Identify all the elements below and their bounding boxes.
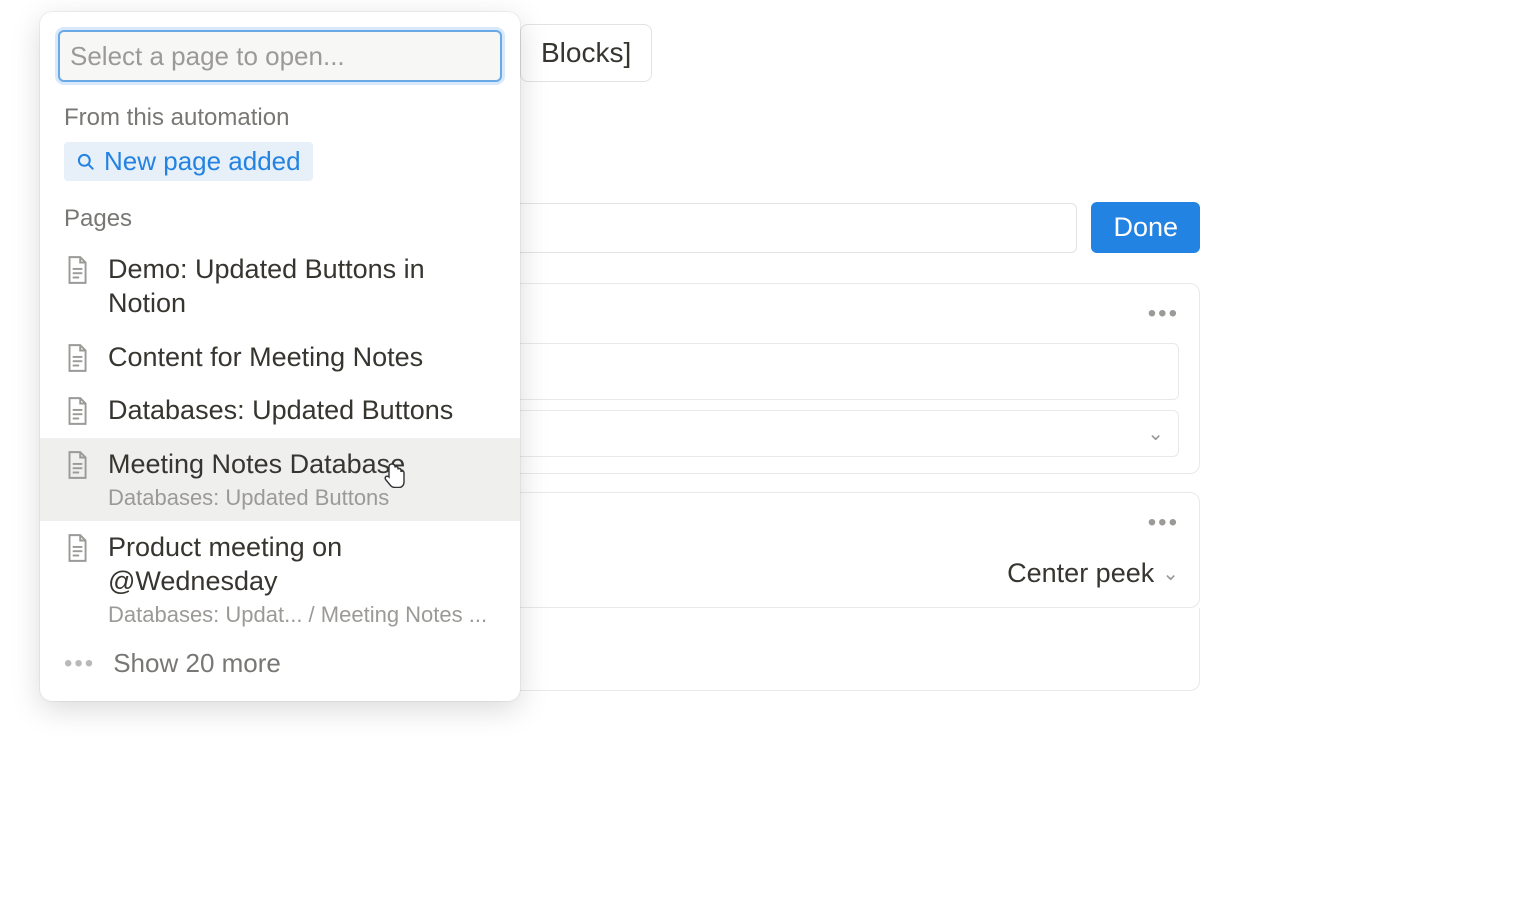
more-icon[interactable]: ••• [1148,300,1179,328]
show-more-button[interactable]: ••• Show 20 more [40,638,520,691]
automation-token-label: New page added [104,146,301,177]
page-title: Product meeting on @Wednesday [108,531,496,599]
list-item[interactable]: Meeting Notes Database Databases: Update… [40,438,520,521]
section-label-automation: From this automation [40,96,520,142]
page-breadcrumb: Databases: Updat... / Meeting Notes ... [108,601,496,629]
show-more-label: Show 20 more [113,648,281,679]
list-item[interactable]: Product meeting on @Wednesday Databases:… [40,521,520,638]
list-item[interactable]: Databases: Updated Buttons [40,384,520,438]
page-icon [64,533,90,563]
section-label-pages: Pages [40,197,520,243]
page-icon [64,343,90,373]
page-icon [64,255,90,285]
tab-chip-label: Blocks] [541,37,631,68]
page-icon [64,396,90,426]
page-title: Demo: Updated Buttons in Notion [108,253,496,321]
ellipsis-icon: ••• [64,650,95,678]
page-title: Meeting Notes Database [108,448,405,482]
page-list: Demo: Updated Buttons in Notion Content … [40,243,520,638]
automation-token[interactable]: New page added [64,142,313,181]
more-icon[interactable]: ••• [1148,509,1179,537]
search-input[interactable] [70,41,490,72]
list-item[interactable]: Content for Meeting Notes [40,331,520,385]
page-breadcrumb: Databases: Updated Buttons [108,484,405,512]
page-icon [64,450,90,480]
chevron-down-icon: ⌄ [1162,561,1179,586]
tab-chip[interactable]: Blocks] [520,24,652,82]
page-picker-popover: From this automation New page added Page… [40,12,520,701]
page-title: Databases: Updated Buttons [108,394,453,428]
chevron-down-icon: ⌄ [1147,421,1164,446]
done-button[interactable]: Done [1091,202,1200,253]
page-title: Content for Meeting Notes [108,341,423,375]
search-icon [76,152,96,172]
open-page-value-text: Center peek [1007,558,1154,589]
list-item[interactable]: Demo: Updated Buttons in Notion [40,243,520,331]
search-field-wrapper[interactable] [58,30,502,82]
open-page-value-select[interactable]: Center peek ⌄ [1007,558,1179,589]
